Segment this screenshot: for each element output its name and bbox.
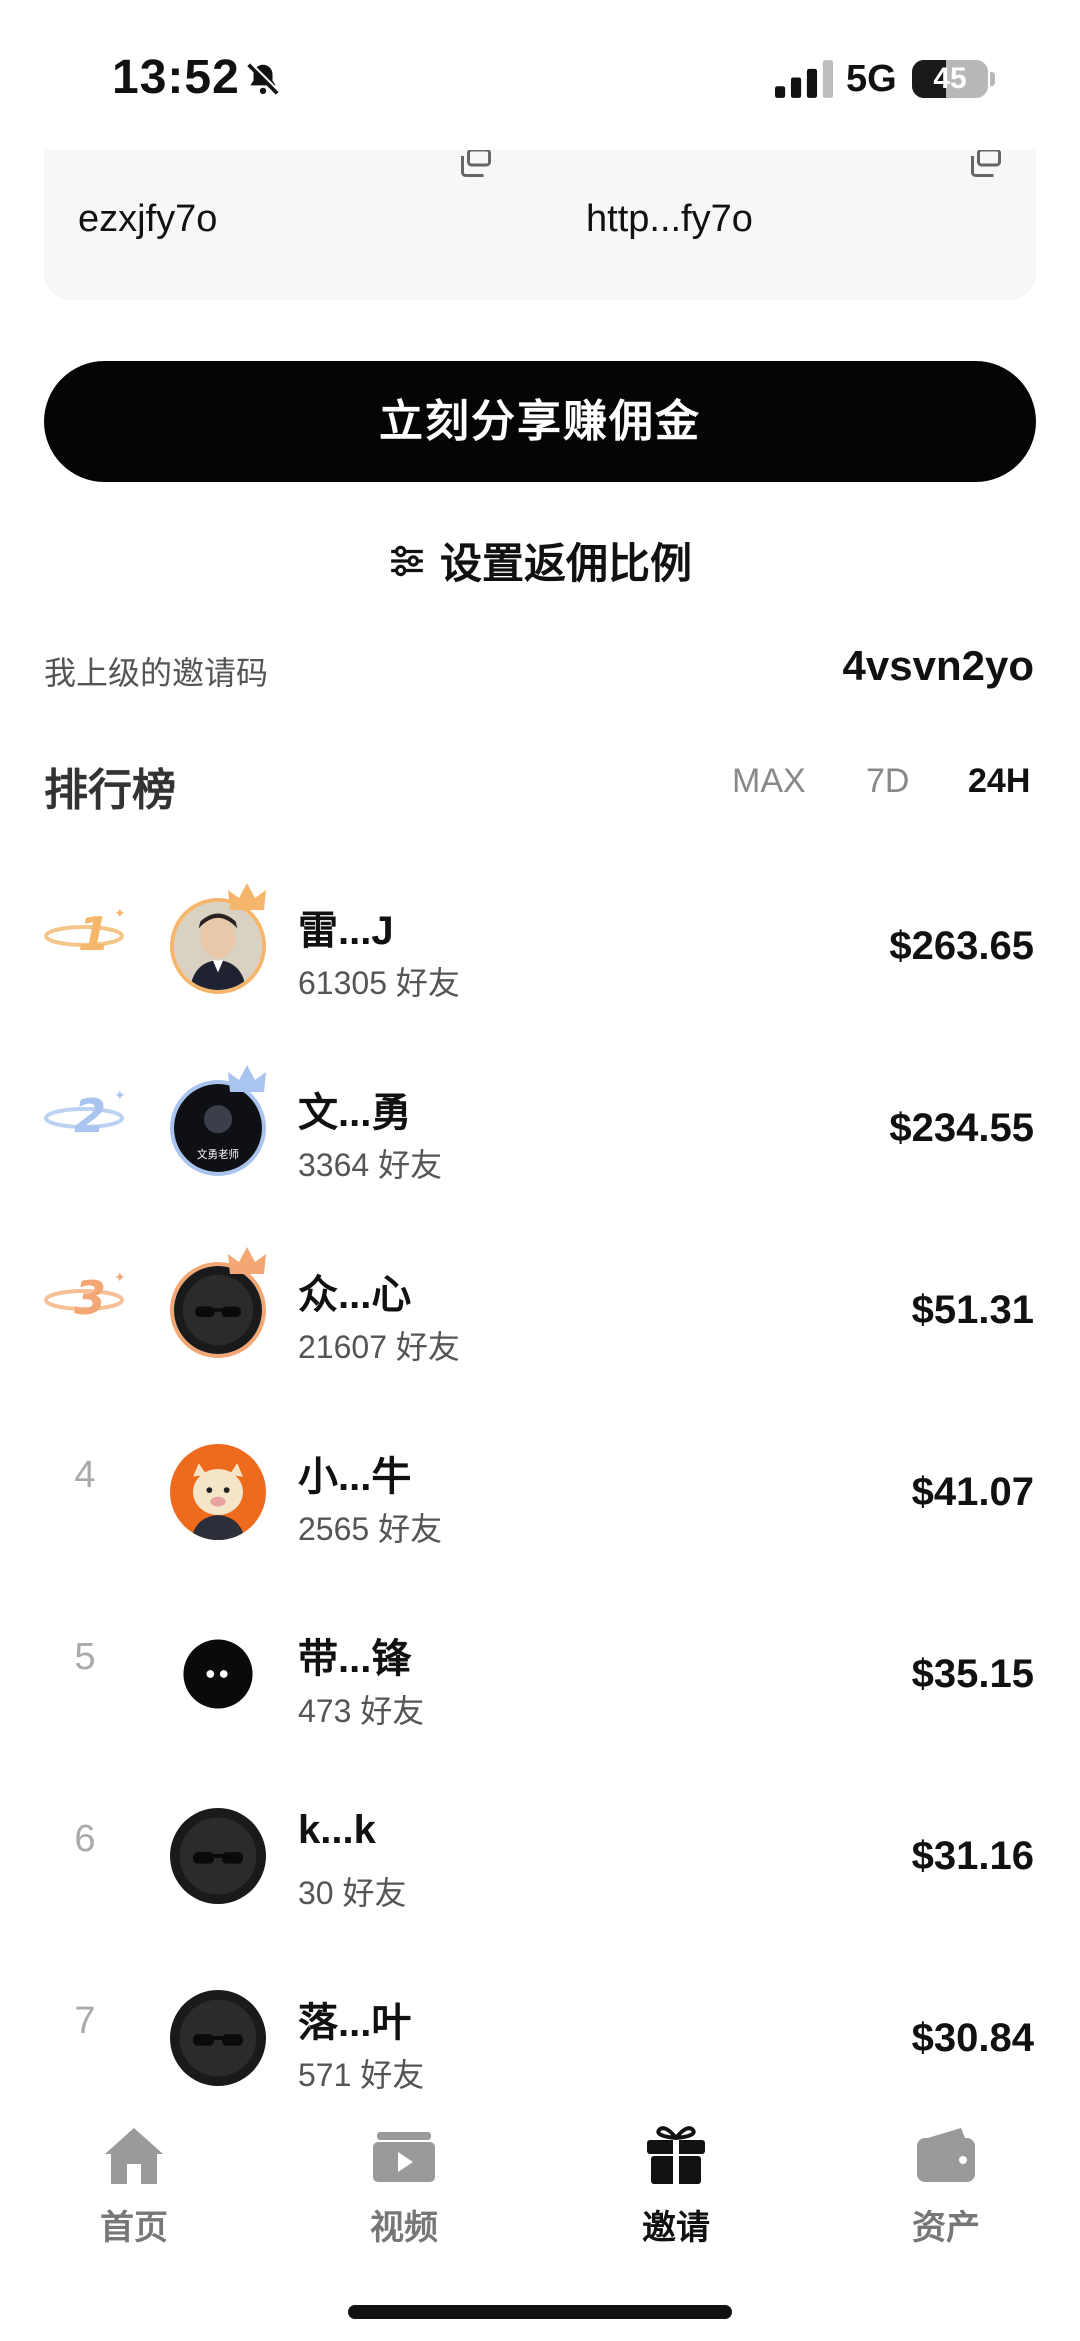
row-amount: $31.16	[911, 1834, 1034, 1878]
nav-home[interactable]: 首页	[54, 2110, 214, 2260]
leaderboard-row[interactable]: 5 带...锋 473 好友 $35.15	[0, 1586, 1080, 1768]
network-type: 5G	[846, 58, 897, 100]
video-icon	[373, 2132, 435, 2182]
nav-invite[interactable]: 邀请	[596, 2110, 756, 2260]
inviter-code-label: 我上级的邀请码	[44, 655, 269, 691]
nav-label: 资产	[912, 2209, 980, 2247]
nav-assets[interactable]: 资产	[866, 2110, 1026, 2260]
copy-code-icon[interactable]	[458, 150, 494, 180]
leaderboard-row[interactable]: 4 小...牛 2565 好友 $41.07	[0, 1404, 1080, 1586]
invite-link: http...fy7o	[586, 198, 753, 240]
battery-icon: 45	[912, 60, 988, 98]
row-friends: 571 好友	[298, 2057, 425, 2093]
tab-24h[interactable]: 24H	[968, 762, 1030, 801]
leaderboard-row[interactable]: 3 ✦ 众...心 21607 好友 $51.31	[0, 1222, 1080, 1404]
row-friends: 473 好友	[298, 1693, 425, 1729]
row-amount: $263.65	[889, 924, 1034, 968]
rank-number: 4	[74, 1454, 96, 1496]
wallet-icon	[917, 2128, 975, 2182]
row-name: 小...牛	[298, 1455, 412, 1499]
nav-label: 视频	[370, 2209, 438, 2247]
nav-label: 邀请	[642, 2209, 710, 2247]
leaderboard-title: 排行榜	[44, 766, 176, 815]
rank-3-medal-icon: 3 ✦	[44, 1269, 126, 1324]
nav-label: 首页	[100, 2209, 168, 2247]
svg-text:1: 1	[78, 907, 110, 960]
inviter-code-value: 4vsvn2yo	[842, 642, 1034, 689]
bell-muted-icon	[247, 62, 280, 95]
home-indicator[interactable]	[348, 2305, 732, 2319]
svg-text:✦: ✦	[114, 1269, 126, 1285]
avatar	[170, 1990, 266, 2086]
row-friends: 21607 好友	[298, 1329, 460, 1365]
row-friends: 61305 好友	[298, 965, 460, 1001]
row-name: 文...勇	[298, 1091, 412, 1135]
ratio-label: 设置返佣比例	[439, 540, 692, 587]
avatar-caption: 文勇老师	[197, 1148, 239, 1161]
leaderboard-row[interactable]: 1 ✦ 雷...J 61305 好友 $263.65	[0, 858, 1080, 1040]
copy-link-icon[interactable]	[968, 150, 1004, 180]
crown-icon	[228, 1247, 266, 1274]
battery-tip	[990, 72, 995, 86]
svg-text:3: 3	[74, 1271, 106, 1324]
row-friends: 3364 好友	[298, 1147, 443, 1183]
sliders-icon	[391, 545, 423, 576]
row-amount: $41.07	[911, 1470, 1034, 1514]
rank-number: 7	[74, 2000, 96, 2042]
rank-2-medal-icon: 2 ✦	[44, 1087, 126, 1142]
set-commission-ratio-link[interactable]: 设置返佣比例	[0, 530, 1080, 590]
leaderboard-row[interactable]: 7 落...叶 571 好友 $30.84	[0, 1950, 1080, 2132]
tab-7d[interactable]: 7D	[866, 762, 909, 801]
status-time: 13:52	[112, 51, 240, 104]
avatar	[170, 1444, 266, 1540]
signal-icon	[775, 60, 833, 98]
row-amount: $51.31	[911, 1288, 1034, 1332]
gift-icon	[647, 2126, 705, 2184]
row-name: 众...心	[298, 1273, 412, 1317]
tab-max[interactable]: MAX	[732, 762, 806, 801]
svg-text:✦: ✦	[114, 905, 126, 921]
row-amount: $35.15	[911, 1652, 1034, 1696]
avatar	[170, 1808, 266, 1904]
invite-code: ezxjfy7o	[78, 198, 218, 240]
avatar	[170, 1626, 266, 1722]
home-icon	[105, 2128, 163, 2184]
rank-number: 5	[74, 1636, 96, 1678]
row-friends: 30 好友	[298, 1875, 407, 1911]
row-name: k...k	[298, 1808, 376, 1852]
invite-card: ezxjfy7o http...fy7o	[44, 150, 1036, 300]
leaderboard-row[interactable]: 6 k...k 30 好友 $31.16	[0, 1768, 1080, 1950]
rank-1-medal-icon: 1 ✦	[44, 905, 126, 960]
bottom-nav: 首页 视频 邀请 资产	[0, 2110, 1080, 2260]
battery-level: 45	[933, 62, 967, 95]
row-name: 雷...J	[298, 909, 394, 953]
row-name: 落...叶	[298, 2001, 412, 2045]
row-amount: $234.55	[889, 1106, 1034, 1150]
crown-icon	[228, 883, 266, 910]
svg-text:2: 2	[74, 1089, 106, 1142]
svg-text:✦: ✦	[114, 1087, 126, 1103]
row-amount: $30.84	[911, 2016, 1034, 2060]
rank-number: 6	[74, 1818, 96, 1860]
row-name: 带...锋	[298, 1637, 412, 1681]
leaderboard-row[interactable]: 2 ✦ 文勇老师 文...勇 3364 好友 $234.55	[0, 1040, 1080, 1222]
nav-video[interactable]: 视频	[324, 2110, 484, 2260]
row-friends: 2565 好友	[298, 1511, 443, 1547]
crown-icon	[228, 1065, 266, 1092]
status-bar: 13:52 5G 45	[0, 0, 1080, 150]
share-earn-button[interactable]: 立刻分享赚佣金	[44, 361, 1036, 482]
